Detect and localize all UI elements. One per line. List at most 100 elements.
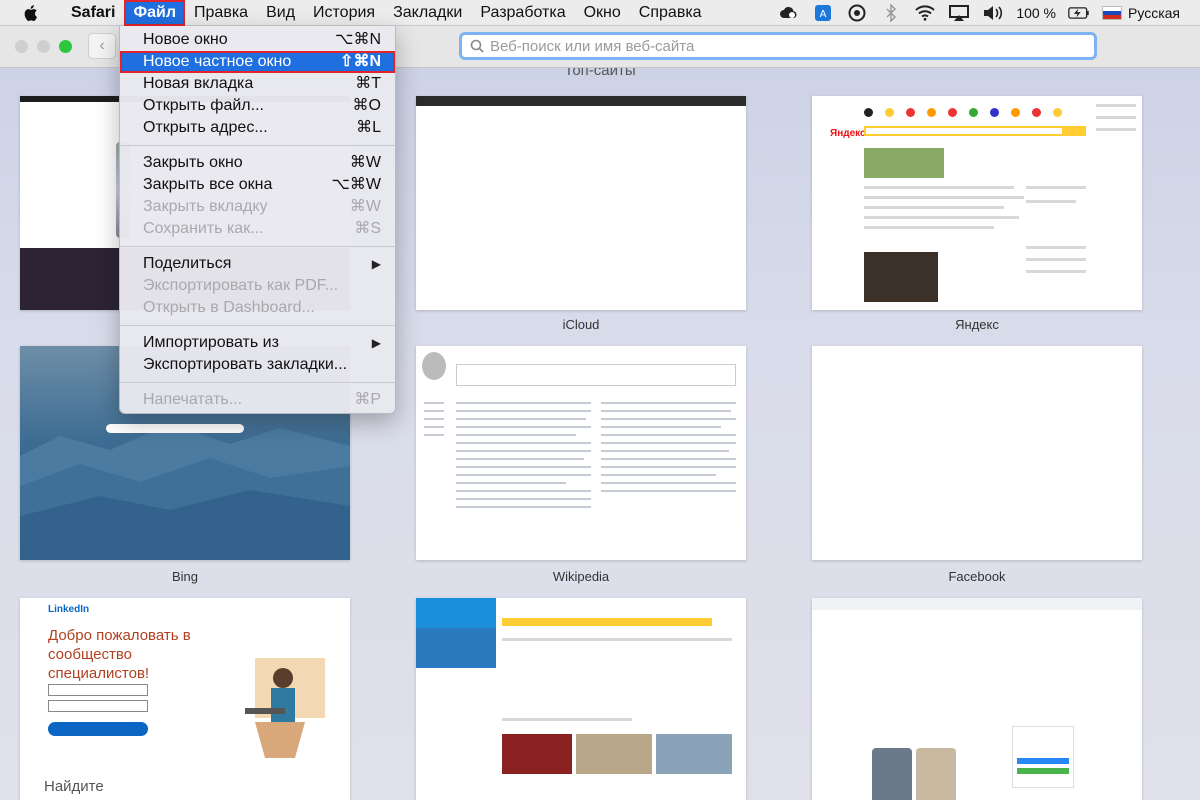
menubar-item-help[interactable]: Справка	[630, 0, 711, 26]
menubar-item-edit[interactable]: Правка	[185, 0, 257, 26]
top-site-tile-wikipedia[interactable]	[416, 346, 746, 560]
text-line	[456, 402, 591, 404]
linkedin-welcome-title: Добро пожаловать в сообщество специалист…	[48, 627, 191, 682]
text-line	[1096, 128, 1136, 131]
top-site-label-yandex[interactable]: Яндекс	[812, 317, 1142, 332]
apple-logo-icon[interactable]	[20, 3, 40, 23]
menu-item-label: Поделиться	[143, 255, 232, 272]
menubar-app-name[interactable]: Safari	[62, 0, 124, 26]
text-line	[601, 482, 736, 484]
menubar-item-window[interactable]: Окно	[575, 0, 630, 26]
menu-item-label: Импортировать из	[143, 334, 279, 351]
text-line	[1096, 104, 1136, 107]
text-line	[864, 206, 1004, 209]
menubar-item-develop[interactable]: Разработка	[471, 0, 574, 26]
menu-item-new-tab[interactable]: Новая вкладка ⌘T	[120, 73, 395, 95]
menu-separator	[120, 246, 395, 247]
volume-icon[interactable]	[982, 4, 1004, 22]
battery-charging-icon[interactable]	[1068, 4, 1090, 22]
news-image	[576, 734, 652, 774]
menu-item-close-tab: Закрыть вкладку ⌘W	[120, 196, 395, 218]
text-line	[864, 216, 1019, 219]
menu-item-export-bookmarks[interactable]: Экспортировать закладки...	[120, 354, 395, 376]
top-site-tile-linkedin[interactable]: LinkedIn Добро пожаловать в сообщество с…	[20, 598, 350, 800]
vk-login-button	[1017, 758, 1069, 764]
menu-item-label: Экспортировать закладки...	[143, 356, 348, 373]
menu-item-new-window[interactable]: Новое окно ⌥⌘N	[120, 29, 395, 51]
text-line	[601, 466, 736, 468]
menu-item-close-window[interactable]: Закрыть окно ⌘W	[120, 152, 395, 174]
search-icon	[470, 39, 484, 53]
text-line	[864, 186, 1014, 189]
text-line	[424, 410, 444, 412]
input-source-switcher[interactable]: Русская	[1102, 5, 1180, 21]
text-line	[456, 426, 591, 428]
menubar-item-file[interactable]: Файл	[124, 0, 186, 26]
mail-header-logo	[416, 598, 496, 628]
submenu-arrow-icon: ▶	[371, 336, 381, 350]
phone-image	[872, 748, 912, 800]
text-line	[456, 434, 576, 436]
menu-item-close-all-windows[interactable]: Закрыть все окна ⌥⌘W	[120, 174, 395, 196]
menu-item-new-private-window[interactable]: Новое частное окно ⇧⌘N	[120, 51, 395, 73]
menu-item-label: Закрыть окно	[143, 154, 243, 171]
battery-percent[interactable]: 100 %	[1016, 5, 1056, 21]
top-site-tile-mail[interactable]	[416, 598, 746, 800]
translate-app-icon[interactable]: A	[812, 4, 834, 22]
text-line	[456, 490, 591, 492]
airplay-icon[interactable]	[948, 4, 970, 22]
menu-item-import-from[interactable]: Импортировать из ▶	[120, 332, 395, 354]
top-site-label-bing[interactable]: Bing	[20, 569, 350, 584]
back-button[interactable]: ‹	[88, 33, 116, 59]
screen-record-icon[interactable]	[846, 4, 868, 22]
news-image	[656, 734, 732, 774]
menu-item-label: Закрыть все окна	[143, 176, 273, 193]
menu-item-shortcut: ⌘O	[352, 97, 381, 114]
text-line	[424, 426, 444, 428]
cloud-sync-icon[interactable]	[778, 4, 800, 22]
menu-item-open-file[interactable]: Открыть файл... ⌘O	[120, 95, 395, 117]
menu-item-label: Открыть файл...	[143, 97, 264, 114]
close-window-button[interactable]	[15, 40, 28, 53]
menu-item-label: Новое окно	[143, 31, 228, 48]
text-line	[424, 434, 444, 436]
text-line	[424, 402, 444, 404]
menu-item-shortcut: ⇧⌘N	[340, 53, 381, 70]
address-bar[interactable]: Веб-поиск или имя веб-сайта	[459, 32, 1097, 60]
yandex-banner-image	[864, 148, 944, 178]
text-line	[864, 196, 1024, 199]
top-site-label-facebook[interactable]: Facebook	[812, 569, 1142, 584]
text-line	[1026, 270, 1086, 273]
menu-item-shortcut: ⌘L	[356, 119, 381, 136]
menu-item-open-location[interactable]: Открыть адрес... ⌘L	[120, 117, 395, 139]
top-site-label-wikipedia[interactable]: Wikipedia	[416, 569, 746, 584]
russian-flag-icon	[1102, 6, 1123, 20]
menubar-item-bookmarks[interactable]: Закладки	[384, 0, 471, 26]
text-line	[456, 458, 584, 460]
vk-login-card	[1012, 726, 1074, 788]
menu-item-label: Открыть в Dashboard...	[143, 299, 315, 316]
text-line	[456, 482, 566, 484]
vk-register-button	[1017, 768, 1069, 774]
top-site-tile-vk[interactable]	[812, 598, 1142, 800]
bluetooth-icon[interactable]	[880, 4, 902, 22]
fullscreen-window-button[interactable]	[59, 40, 72, 53]
top-site-tile-icloud[interactable]	[416, 96, 746, 310]
menu-item-shortcut: ⌘T	[355, 75, 381, 92]
text-line	[456, 418, 586, 420]
wifi-icon[interactable]	[914, 4, 936, 22]
top-site-tile-yandex[interactable]: Яндекс	[812, 96, 1142, 310]
top-site-tile-facebook[interactable]	[812, 346, 1142, 560]
menu-item-print: Напечатать... ⌘P	[120, 389, 395, 411]
text-line	[456, 450, 591, 452]
menubar-item-history[interactable]: История	[304, 0, 384, 26]
minimize-window-button[interactable]	[37, 40, 50, 53]
menu-item-shortcut: ⌘W	[349, 198, 381, 215]
menu-item-shortcut: ⌥⌘W	[331, 176, 381, 193]
text-line	[601, 442, 736, 444]
menu-item-share[interactable]: Поделиться ▶	[120, 253, 395, 275]
top-site-label-icloud[interactable]: iCloud	[416, 317, 746, 332]
menu-item-label: Новая вкладка	[143, 75, 254, 92]
menu-separator	[120, 145, 395, 146]
menubar-item-view[interactable]: Вид	[257, 0, 304, 26]
